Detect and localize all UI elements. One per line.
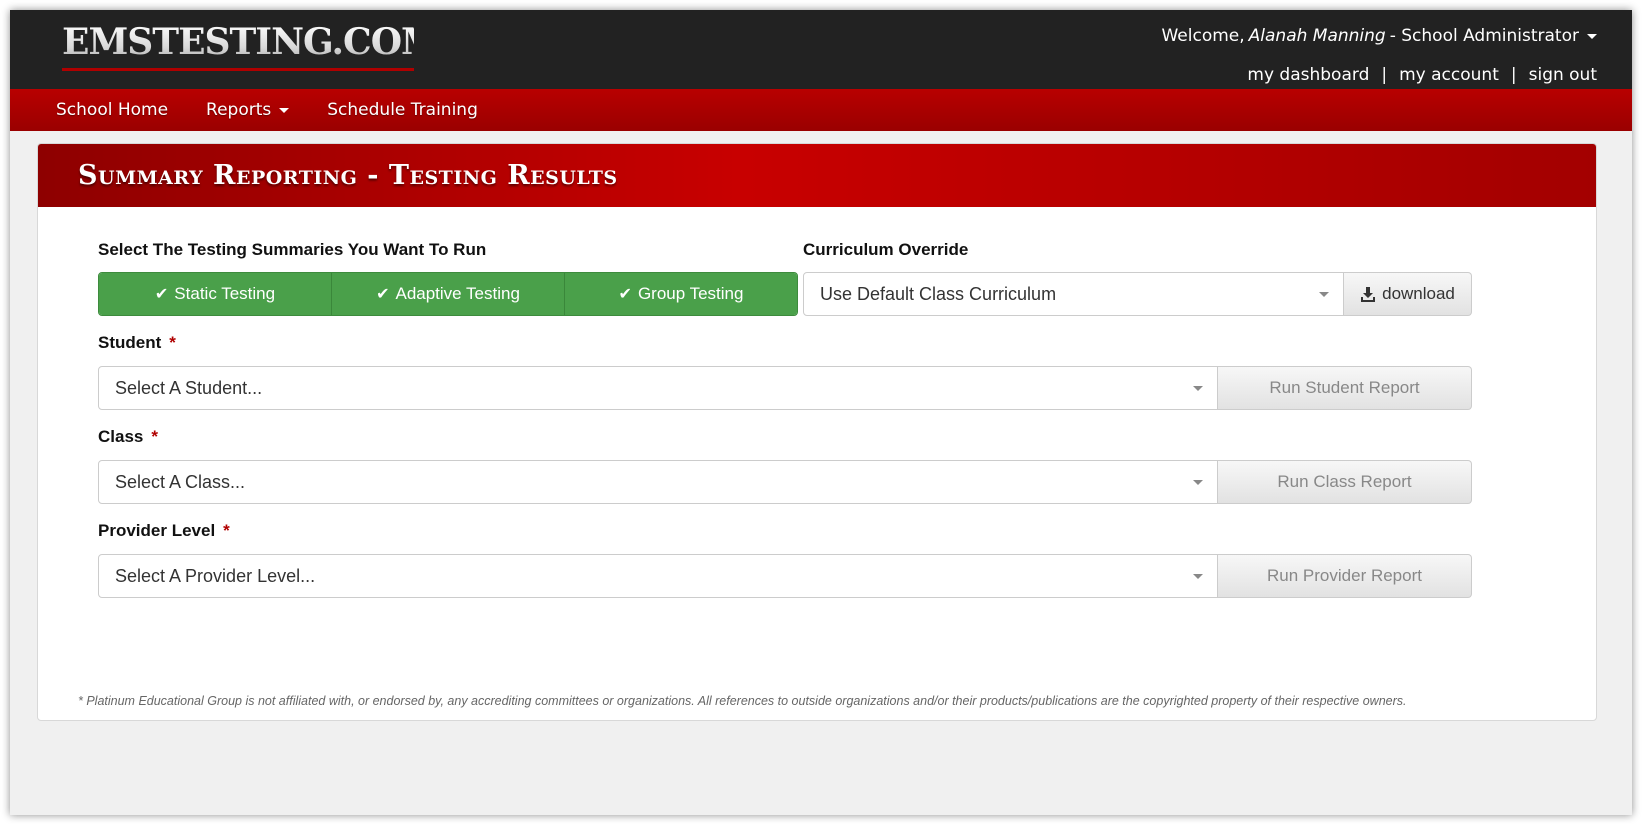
required-marker: *	[151, 427, 158, 446]
nav-school-home[interactable]: School Home	[56, 100, 168, 120]
download-icon	[1361, 287, 1376, 302]
curriculum-value: Use Default Class Curriculum	[820, 283, 1057, 304]
chevron-down-icon	[1587, 33, 1597, 39]
nav-label: Schedule Training	[327, 100, 478, 120]
student-label-text: Student	[98, 333, 162, 352]
class-label-text: Class	[98, 427, 144, 446]
main-nav: School Home Reports Schedule Training	[10, 89, 1632, 131]
student-select[interactable]: Select A Student...	[98, 366, 1218, 410]
toggle-label: Group Testing	[637, 284, 744, 303]
provider-level-label: Provider Level *	[98, 521, 230, 541]
check-icon: ✔	[376, 286, 390, 303]
toggle-label: Static Testing	[174, 284, 276, 303]
provider-level-select[interactable]: Select A Provider Level...	[98, 554, 1218, 598]
nav-schedule-training[interactable]: Schedule Training	[327, 100, 478, 120]
run-provider-report-button[interactable]: Run Provider Report	[1218, 554, 1472, 598]
provider-label-text: Provider Level	[98, 521, 216, 540]
group-testing-toggle[interactable]: ✔ Group Testing	[565, 273, 797, 315]
chevron-down-icon	[279, 107, 290, 113]
download-button[interactable]: download	[1344, 272, 1472, 316]
curriculum-override-label: Curriculum Override	[803, 240, 969, 259]
summary-panel: Summary Reporting - Testing Results Sele…	[37, 143, 1597, 721]
sign-out-link[interactable]: sign out	[1529, 65, 1597, 85]
chevron-down-icon	[1193, 574, 1203, 579]
required-marker: *	[169, 333, 176, 352]
static-testing-toggle[interactable]: ✔ Static Testing	[99, 273, 332, 315]
disclaimer-footnote: * Platinum Educational Group is not affi…	[78, 694, 1407, 708]
student-label: Student *	[98, 333, 176, 353]
chevron-down-icon	[1193, 480, 1203, 485]
run-student-report-button[interactable]: Run Student Report	[1218, 366, 1472, 410]
nav-label: School Home	[56, 100, 169, 120]
top-bar: EMSTESTING.COM Welcome, Alanah Manning -…	[10, 10, 1632, 89]
user-menu[interactable]: Welcome, Alanah Manning - School Adminis…	[1161, 26, 1597, 46]
class-placeholder: Select A Class...	[115, 471, 246, 492]
class-select[interactable]: Select A Class...	[98, 460, 1218, 504]
user-name: Alanah Manning	[1248, 26, 1386, 46]
nav-label: Reports	[206, 100, 272, 120]
user-role: - School Administrator	[1389, 26, 1579, 46]
toggle-label: Adaptive Testing	[395, 284, 520, 303]
download-label: download	[1382, 284, 1455, 303]
account-links: my dashboard | my account | sign out	[1247, 65, 1597, 85]
class-label: Class *	[98, 427, 158, 447]
my-account-link[interactable]: my account	[1399, 65, 1499, 85]
link-separator: |	[1381, 65, 1388, 85]
required-marker: *	[223, 521, 230, 540]
app-window: EMSTESTING.COM Welcome, Alanah Manning -…	[10, 10, 1632, 815]
page-title: Summary Reporting - Testing Results	[78, 160, 618, 191]
run-class-report-button[interactable]: Run Class Report	[1218, 460, 1472, 504]
student-placeholder: Select A Student...	[115, 377, 263, 398]
site-logo[interactable]: EMSTESTING.COM	[62, 22, 441, 71]
panel-heading: Summary Reporting - Testing Results	[38, 144, 1596, 207]
link-separator: |	[1510, 65, 1517, 85]
chevron-down-icon	[1193, 386, 1203, 391]
check-icon: ✔	[618, 286, 632, 303]
testing-type-toggle-group: ✔ Static Testing ✔ Adaptive Testing ✔ Gr…	[98, 272, 798, 316]
check-icon: ✔	[154, 286, 169, 303]
summaries-label: Select The Testing Summaries You Want To…	[98, 240, 487, 259]
provider-placeholder: Select A Provider Level...	[115, 565, 316, 586]
curriculum-select[interactable]: Use Default Class Curriculum	[803, 272, 1344, 316]
welcome-text: Welcome,	[1161, 26, 1245, 46]
my-dashboard-link[interactable]: my dashboard	[1247, 65, 1369, 85]
nav-reports[interactable]: Reports	[206, 100, 290, 120]
chevron-down-icon	[1319, 292, 1329, 297]
adaptive-testing-toggle[interactable]: ✔ Adaptive Testing	[332, 273, 565, 315]
